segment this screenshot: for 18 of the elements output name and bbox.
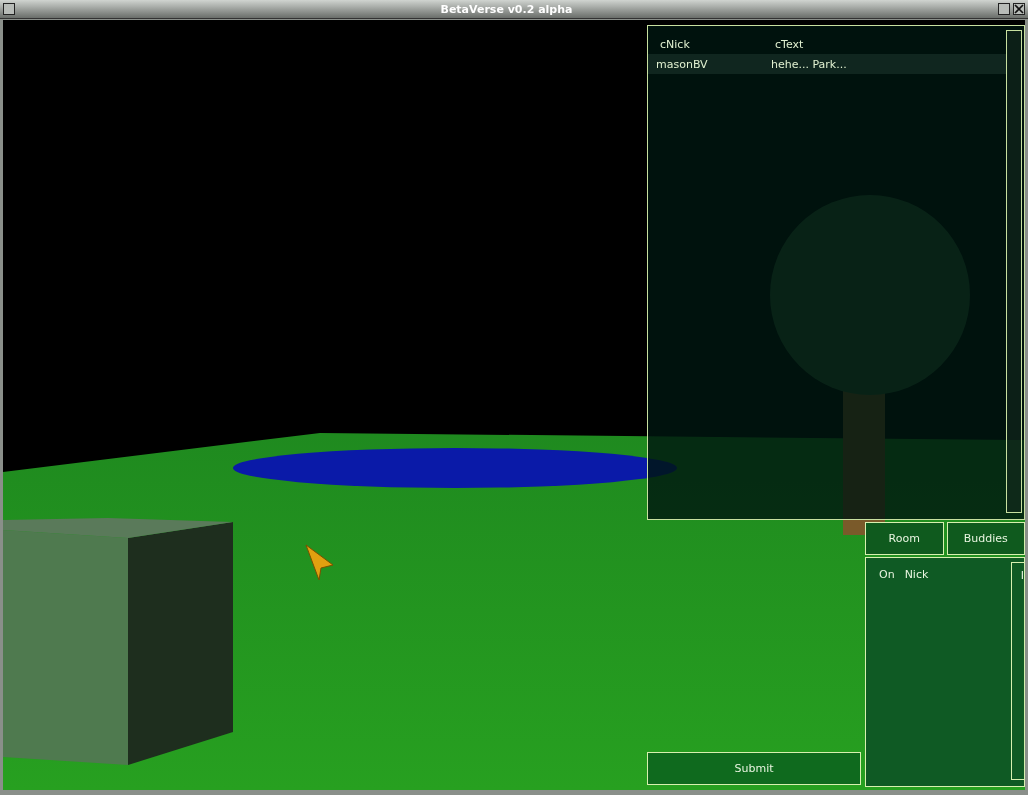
column-header: Nick bbox=[904, 568, 929, 582]
scrollbar[interactable] bbox=[1006, 30, 1022, 513]
window-title: BetaVerse v0.2 alpha bbox=[439, 2, 574, 16]
tab[interactable]: Room bbox=[865, 522, 944, 555]
column-header: cNick bbox=[660, 37, 691, 51]
column-header: cText bbox=[775, 37, 804, 51]
cursor-icon bbox=[305, 544, 334, 581]
submit-button[interactable]: Submit bbox=[647, 752, 861, 785]
message-cell: hehe... Park... bbox=[771, 57, 847, 71]
close-button[interactable] bbox=[1013, 3, 1025, 15]
column-header: I bbox=[1020, 569, 1024, 584]
chat-row[interactable]: masonBV hehe... Park... bbox=[648, 54, 1006, 74]
tab[interactable]: Buddies bbox=[946, 522, 1025, 555]
scrollbar[interactable]: I bbox=[1011, 562, 1024, 780]
column-header: On bbox=[879, 568, 895, 582]
nick-cell-text: masonBV bbox=[656, 57, 709, 71]
maximize-button[interactable] bbox=[998, 3, 1010, 15]
minimize-button[interactable] bbox=[3, 3, 15, 15]
